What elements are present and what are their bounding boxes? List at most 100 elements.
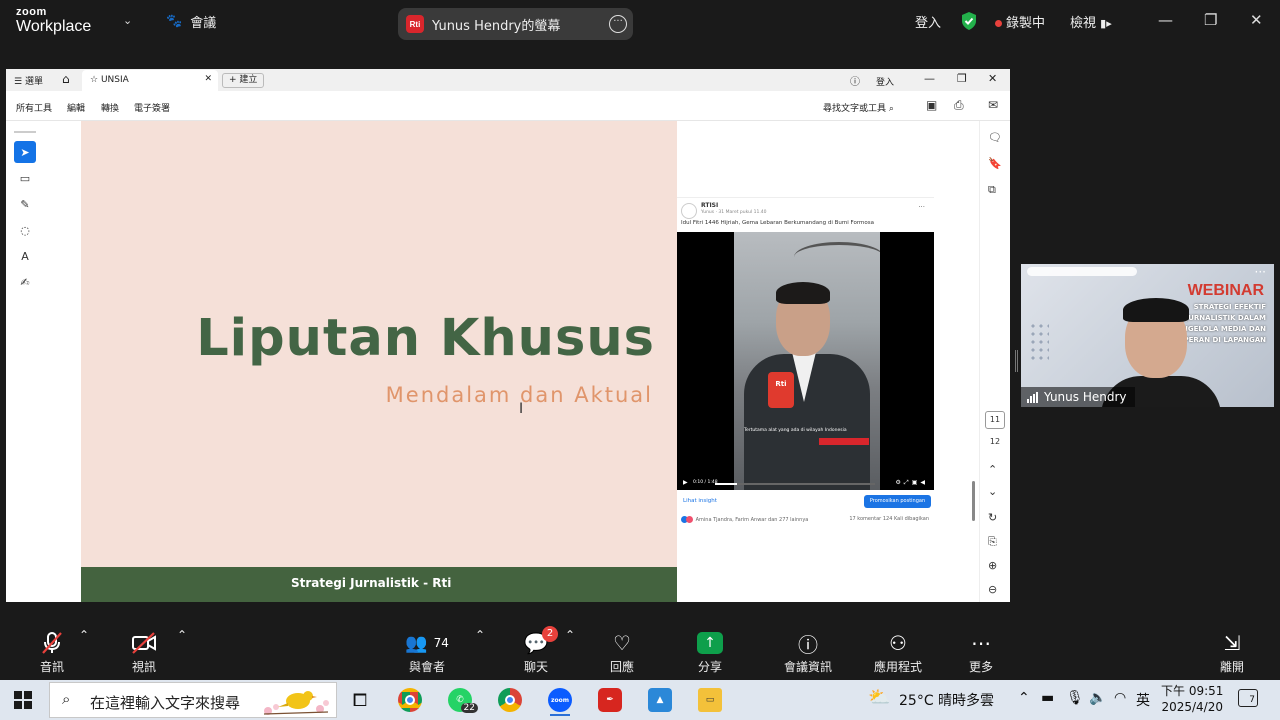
leave-button[interactable]: ⇲ 離開 (1192, 628, 1272, 675)
decorative-dots (1029, 322, 1049, 362)
file-explorer-icon[interactable]: ▭ (690, 684, 730, 716)
zoom-in-icon[interactable]: ⊕ (988, 559, 997, 572)
task-view-icon[interactable]: ⧠ (340, 684, 380, 716)
print-icon[interactable]: ⎙ (954, 98, 964, 113)
select-tool-icon[interactable]: ➤ (14, 141, 36, 163)
insight-link: Lihat insight (683, 498, 717, 504)
menu-all-tools[interactable]: 所有工具 (16, 101, 52, 114)
input-method[interactable]: 英 (1136, 690, 1150, 710)
weather-text[interactable]: 25°C 晴時多雲 (899, 690, 994, 710)
comment-tool-icon[interactable]: ▭ (14, 167, 36, 189)
meeting-info-button[interactable]: ⓘ 會議資訊 (768, 628, 848, 675)
chrome-profile-taskbar-icon[interactable] (490, 684, 530, 716)
screen-share-indicator[interactable]: Rti Yunus Hendry的螢幕 ··· (398, 8, 633, 40)
more-options-icon[interactable]: ··· (609, 15, 627, 33)
video-progress (715, 483, 875, 485)
next-page-icon[interactable]: ⌄ (988, 485, 997, 498)
notification-center-icon[interactable]: 7 (1238, 689, 1258, 707)
acrobat-close-icon[interactable]: ✕ (988, 72, 997, 85)
menu-button[interactable]: ☰ 選單 (14, 74, 43, 87)
sign-in-button[interactable]: 登入 (915, 12, 941, 31)
more-button[interactable]: ⋯ 更多 (941, 628, 1021, 675)
react-label: 回應 (609, 660, 634, 674)
love-icon (686, 516, 693, 523)
notification-count: 7 (1249, 695, 1255, 705)
clock[interactable]: 下午 09:51 2025/4/20 (1161, 683, 1223, 715)
whatsapp-taskbar-icon[interactable]: ✆ 22 (440, 684, 480, 716)
pen-tool-icon[interactable]: ✎ (14, 193, 36, 215)
paw-icon: 🐾 (166, 14, 183, 29)
view-button[interactable]: 檢視 ▮▸ (1070, 12, 1112, 31)
speaker-hair (1123, 298, 1189, 322)
windows-start-icon[interactable] (14, 691, 32, 709)
video-settings-icons: ⚙⤢▣◀ (895, 479, 928, 486)
react-button[interactable]: ♡ 回應 (582, 628, 662, 675)
meeting-menu-button[interactable]: 🐾 會議 (166, 12, 216, 31)
total-pages: 12 (989, 437, 1001, 446)
share-button[interactable]: ↑ 分享 (670, 628, 750, 675)
document-tab[interactable]: ☆ UNSIA ✕ (82, 70, 218, 91)
rti-app-icon: Rti (406, 15, 424, 33)
stamp-tool-icon[interactable]: ✍ (14, 271, 36, 293)
participant-video-tile[interactable]: ··· WEBINAR STRATEGI EFEKTIF JURNALISTIK… (1021, 264, 1274, 407)
find-label: 尋找文字或工具 (823, 104, 887, 114)
acrobat-restore-icon[interactable]: ❐ (957, 72, 967, 85)
taskbar-search[interactable]: ⌕ 在這裡輸入文字來搜尋 (49, 682, 337, 718)
tile-more-icon[interactable]: ··· (1255, 265, 1266, 279)
scrollbar-thumb[interactable] (972, 481, 975, 521)
participant-name: Yunus Hendry (1044, 390, 1127, 404)
clock-date: 2025/4/20 (1161, 700, 1223, 714)
acrobat-sign-in[interactable]: 登入 (876, 75, 894, 88)
video-options-chevron[interactable]: ⌃ (142, 628, 222, 642)
apps-button[interactable]: ⚇ 應用程式 (858, 628, 938, 675)
recording-indicator[interactable]: 錄製中 (995, 12, 1045, 31)
close-icon[interactable]: ✕ (1250, 11, 1263, 29)
photos-taskbar-icon[interactable]: ▲ (640, 684, 680, 716)
weather-icon[interactable]: ⛅ (868, 687, 890, 708)
text-tool-icon[interactable]: A (14, 245, 36, 267)
bookmarks-icon[interactable]: 🔖 (988, 157, 1002, 170)
show-hidden-icons[interactable]: ⌃ (1018, 690, 1030, 706)
view-label: 檢視 (1070, 16, 1097, 31)
zoom-taskbar-icon[interactable]: zoom (540, 684, 580, 716)
acrobat-minimize-icon[interactable]: — (924, 72, 935, 85)
play-icon: ▶ (683, 479, 688, 486)
wifi-icon[interactable]: ◠ (1114, 690, 1126, 706)
pages-icon[interactable]: ⧉ (988, 183, 996, 197)
post-header: RTISI Yunus · 31 Maret pukul 11.40 ··· (681, 201, 931, 231)
acrobat-taskbar-icon[interactable]: ✒ (590, 684, 630, 716)
refresh-icon[interactable]: ↻ (988, 511, 997, 524)
star-icon[interactable]: ☆ (90, 75, 98, 85)
comments-panel-icon[interactable]: 🗨 (988, 131, 1002, 144)
search-placeholder: 在這裡輸入文字來搜尋 (90, 694, 241, 712)
new-tab-button[interactable]: + 建立 (222, 73, 265, 88)
battery-icon[interactable]: ▬ (1041, 690, 1054, 706)
menu-convert[interactable]: 轉換 (101, 101, 119, 114)
zoom-out-icon[interactable]: ⊖ (988, 583, 997, 596)
menu-e-sign[interactable]: 電子簽署 (134, 101, 170, 114)
panel-splitter[interactable] (1015, 350, 1018, 372)
toolbar-divider (14, 131, 36, 133)
post-meta: Yunus · 31 Maret pukul 11.40 (701, 210, 767, 215)
chrome-taskbar-icon[interactable] (390, 684, 430, 716)
chevron-down-icon[interactable]: ⌄ (123, 14, 132, 27)
left-toolbar: ➤ ▭ ✎ ◌ A ✍ (14, 131, 40, 297)
export-icon[interactable]: ⎘ (988, 535, 997, 549)
prev-page-icon[interactable]: ⌃ (988, 463, 997, 476)
current-page-input[interactable]: 11 (985, 411, 1005, 429)
find-tool[interactable]: 尋找文字或工具 ⌕ (823, 101, 894, 114)
home-icon[interactable]: ⌂ (62, 72, 70, 86)
volume-icon[interactable]: 🔈 (1089, 690, 1106, 706)
save-icon[interactable]: ▣ (926, 98, 937, 112)
lasso-tool-icon[interactable]: ◌ (14, 219, 36, 241)
help-icon[interactable]: ⓘ (850, 73, 860, 88)
mail-icon[interactable]: ✉ (988, 98, 998, 112)
minimize-icon[interactable]: — (1158, 11, 1173, 29)
close-tab-icon[interactable]: ✕ (204, 74, 212, 84)
more-icon: ⋯ (971, 631, 991, 655)
page-name: RTISI (701, 202, 719, 209)
restore-icon[interactable]: ❐ (1204, 11, 1217, 29)
menu-edit[interactable]: 編輯 (67, 101, 85, 114)
shield-check-icon[interactable] (960, 11, 978, 31)
microphone-icon[interactable]: 🎙 (1066, 690, 1084, 706)
